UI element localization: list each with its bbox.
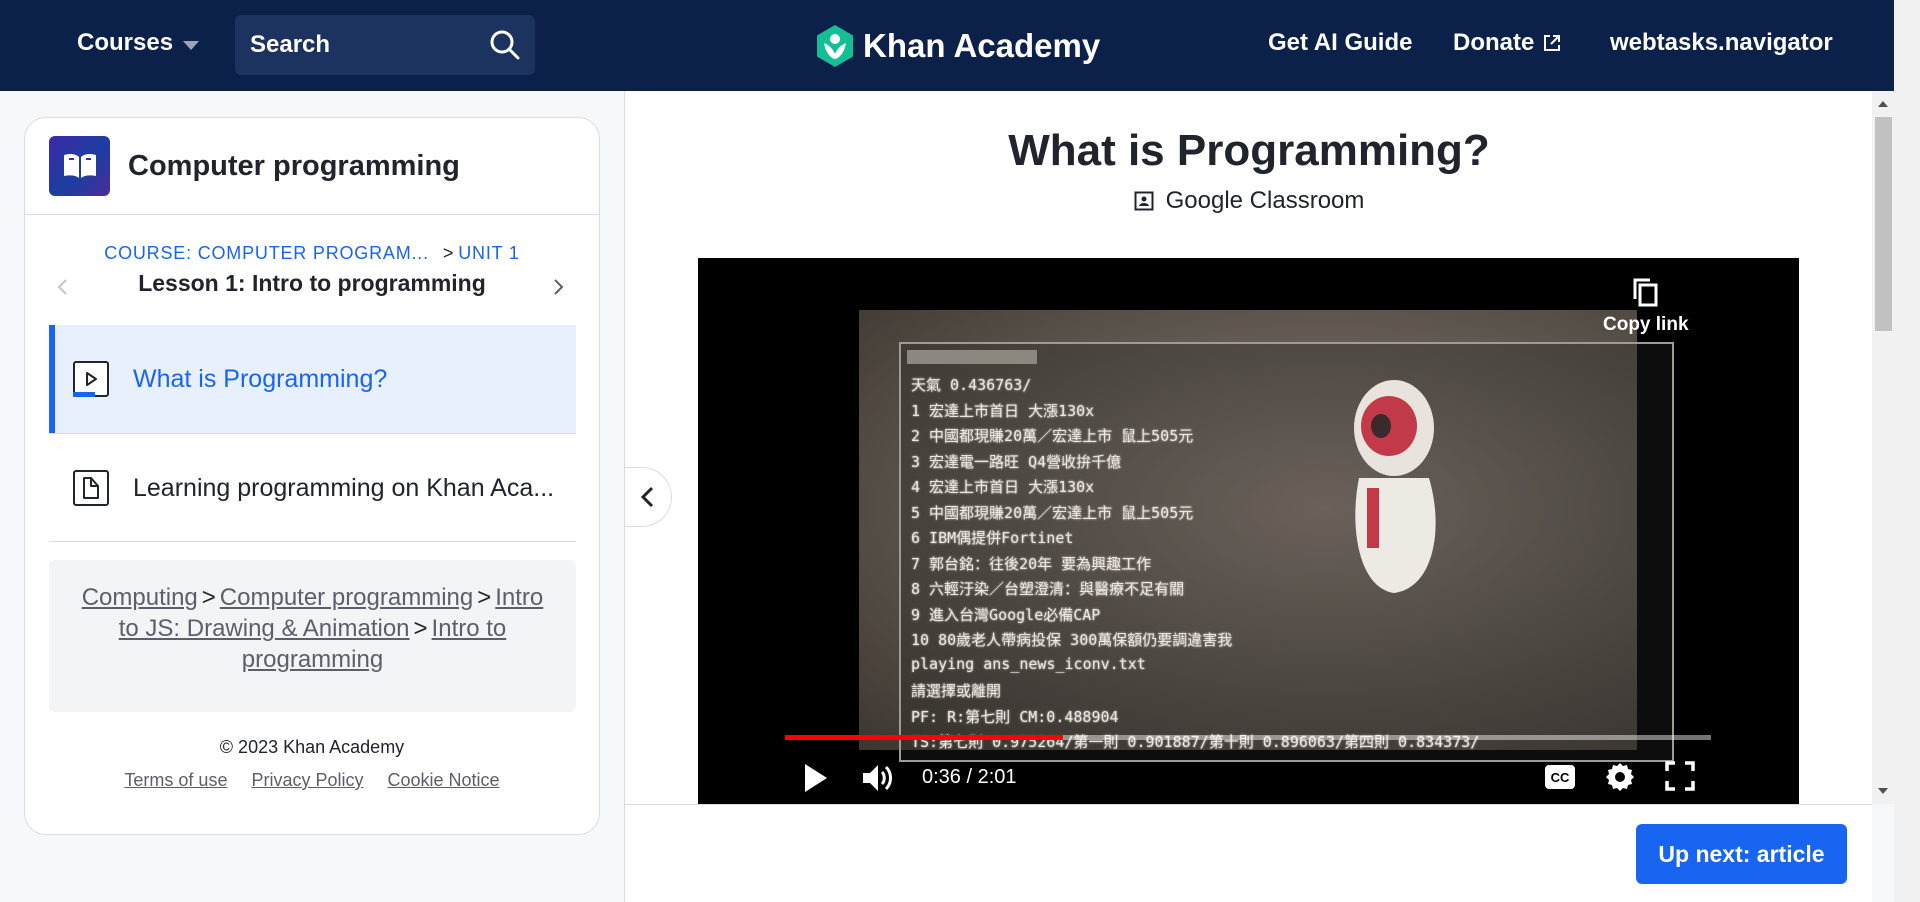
terminal-titlebar bbox=[907, 350, 1037, 364]
terminal-line: 天氣 0.436763/ bbox=[911, 376, 1032, 394]
video-progress-bar[interactable] bbox=[785, 735, 1711, 740]
terminal-line: 請選擇或離開 bbox=[911, 682, 1002, 700]
svg-text:CC: CC bbox=[1551, 770, 1570, 785]
khan-leaf-logo-icon bbox=[817, 25, 853, 67]
privacy-policy-link[interactable]: Privacy Policy bbox=[251, 770, 363, 791]
get-ai-guide-link[interactable]: Get AI Guide bbox=[1268, 29, 1412, 57]
user-menu-button[interactable]: webtasks.navigator bbox=[1610, 29, 1833, 57]
google-classroom-button[interactable]: Google Classroom bbox=[625, 187, 1873, 215]
scroll-up-arrow[interactable] bbox=[1878, 101, 1888, 107]
brand-name: Khan Academy bbox=[863, 27, 1101, 64]
search-placeholder: Search bbox=[250, 31, 331, 58]
chevron-down-icon bbox=[183, 40, 200, 50]
terminal-line: 2 中國都現賺20萬／宏達上市 鼠上505元 bbox=[911, 427, 1194, 445]
courses-menu-button[interactable]: Courses bbox=[77, 29, 200, 57]
lesson-navigation: COURSE: COMPUTER PROGRAM... > UNIT 1 Lesso… bbox=[25, 215, 599, 325]
search-icon[interactable] bbox=[489, 29, 521, 61]
terms-of-use-link[interactable]: Terms of use bbox=[124, 770, 227, 791]
cc-icon[interactable]: CC bbox=[1544, 764, 1576, 790]
copyright-text: © 2023 Khan Academy bbox=[219, 737, 405, 757]
terminal-line: 8 六輕汙染／台塑澄清：與醫療不足有關 bbox=[911, 580, 1185, 598]
video-terminal-screen: 天氣 0.436763/1 宏達上市首日 大漲130x 2 中國都現賺20萬／宏達… bbox=[899, 342, 1674, 762]
video-progress-fill bbox=[785, 735, 1063, 740]
content-scrollbar[interactable] bbox=[1872, 91, 1894, 804]
terminal-line: 7 郭台銘：往後20年 要為興趣工作 bbox=[911, 554, 1152, 573]
donate-label: Donate bbox=[1453, 29, 1535, 56]
item-divider bbox=[49, 541, 576, 542]
fullscreen-icon[interactable] bbox=[1665, 761, 1695, 791]
page-scrollbar[interactable] bbox=[1894, 0, 1920, 902]
breadcrumb-course-link[interactable]: COURSE: COMPUTER PROGRAM... bbox=[104, 243, 429, 263]
terminal-line: 10 80歲老人帶病投保 300萬保額仍要調違害我 bbox=[911, 631, 1233, 649]
terminal-line: 6 IBM偶提併Fortinet bbox=[911, 529, 1074, 547]
course-title[interactable]: Computer programming bbox=[128, 150, 460, 183]
terminal-line: 3 宏達電一路旺 Q4營收拚千億 bbox=[911, 452, 1122, 471]
terminal-line: 4 宏達上市首日 大漲130x bbox=[911, 478, 1095, 496]
chevron-left-icon[interactable] bbox=[53, 277, 73, 297]
breadcrumb-separator: > bbox=[442, 243, 455, 263]
lesson-breadcrumb: COURSE: COMPUTER PROGRAM... > UNIT 1 bbox=[25, 243, 599, 264]
copy-icon bbox=[1633, 278, 1658, 307]
khan-academy-logo[interactable]: Khan Academy bbox=[815, 24, 1100, 68]
search-input[interactable]: Search bbox=[235, 15, 535, 75]
chevron-left-icon bbox=[640, 486, 654, 508]
path-separator: > bbox=[477, 584, 492, 611]
lesson-item-article[interactable]: Learning programming on Khan Aca... bbox=[49, 434, 576, 542]
robot-figure-image bbox=[1354, 380, 1436, 593]
courses-label: Courses bbox=[77, 29, 174, 56]
classroom-label: Google Classroom bbox=[1165, 187, 1365, 214]
username-label: webtasks.navigator bbox=[1610, 29, 1833, 56]
play-icon[interactable] bbox=[802, 761, 830, 795]
path-link-computer-programming[interactable]: Computer programming bbox=[220, 584, 473, 611]
page-title: What is Programming? bbox=[1008, 126, 1490, 175]
path-separator: > bbox=[413, 615, 428, 642]
up-next-button[interactable]: Up next: article bbox=[1636, 824, 1847, 884]
donate-link[interactable]: Donate bbox=[1453, 29, 1561, 57]
main-content: What is Programming? Google Classroom 天氣… bbox=[624, 91, 1872, 804]
top-nav-bar: Courses Search Khan Academy Get AI Guide… bbox=[0, 0, 1894, 91]
terminal-line: playing ans_news_iconv.txt bbox=[911, 654, 1146, 673]
cookie-notice-link[interactable]: Cookie Notice bbox=[388, 770, 500, 791]
external-link-icon bbox=[1544, 35, 1561, 51]
settings-icon[interactable] bbox=[1604, 761, 1636, 793]
video-icon bbox=[73, 361, 109, 397]
google-classroom-icon bbox=[1134, 191, 1154, 211]
path-link-computing[interactable]: Computing bbox=[82, 584, 198, 611]
path-separator: > bbox=[201, 584, 216, 611]
terminal-line: PF: R:第七則 CM:0.488904 bbox=[911, 707, 1119, 726]
article-icon bbox=[73, 470, 109, 506]
terminal-line: 1 宏達上市首日 大漲130x bbox=[911, 401, 1095, 420]
video-frame: 天氣 0.436763/1 宏達上市首日 大漲130x 2 中國都現賺20萬／宏達… bbox=[859, 310, 1674, 762]
course-sidebar: Computer programming COURSE: COMPUTER PR… bbox=[24, 117, 600, 835]
video-player[interactable]: 天氣 0.436763/1 宏達上市首日 大漲130x 2 中國都現賺20萬／宏達… bbox=[698, 258, 1799, 804]
video-time: 0:36 / 2:01 bbox=[922, 766, 1017, 788]
terminal-line: 9 進入台灣Google必備CAP bbox=[911, 605, 1101, 624]
lesson-item-label: Learning programming on Khan Aca... bbox=[133, 473, 555, 502]
lesson-item-video[interactable]: What is Programming? bbox=[49, 325, 576, 433]
course-header: Computer programming bbox=[25, 118, 599, 215]
scroll-thumb[interactable] bbox=[1875, 117, 1892, 331]
copy-link-label: Copy link bbox=[1603, 314, 1689, 335]
course-path-breadcrumb: Computing > Computer programming > Intro to … bbox=[49, 560, 576, 712]
scroll-down-arrow[interactable] bbox=[1878, 788, 1888, 794]
breadcrumb-unit-link[interactable]: UNIT 1 bbox=[458, 243, 519, 263]
terminal-line: 5 中國都現賺20萬／宏達上市 鼠上505元 bbox=[911, 503, 1194, 522]
lesson-title: Lesson 1: Intro to programming bbox=[138, 270, 486, 296]
lesson-item-label: What is Programming? bbox=[133, 364, 388, 393]
ai-guide-label: Get AI Guide bbox=[1268, 29, 1413, 56]
bottom-action-bar: Up next: article bbox=[624, 804, 1872, 902]
book-icon bbox=[49, 136, 110, 196]
chevron-right-icon[interactable] bbox=[548, 277, 568, 297]
volume-icon[interactable] bbox=[861, 761, 895, 795]
footer-links: Terms of use Privacy Policy Cookie Notic… bbox=[25, 770, 599, 791]
copy-link-button[interactable]: Copy link bbox=[1603, 276, 1689, 336]
